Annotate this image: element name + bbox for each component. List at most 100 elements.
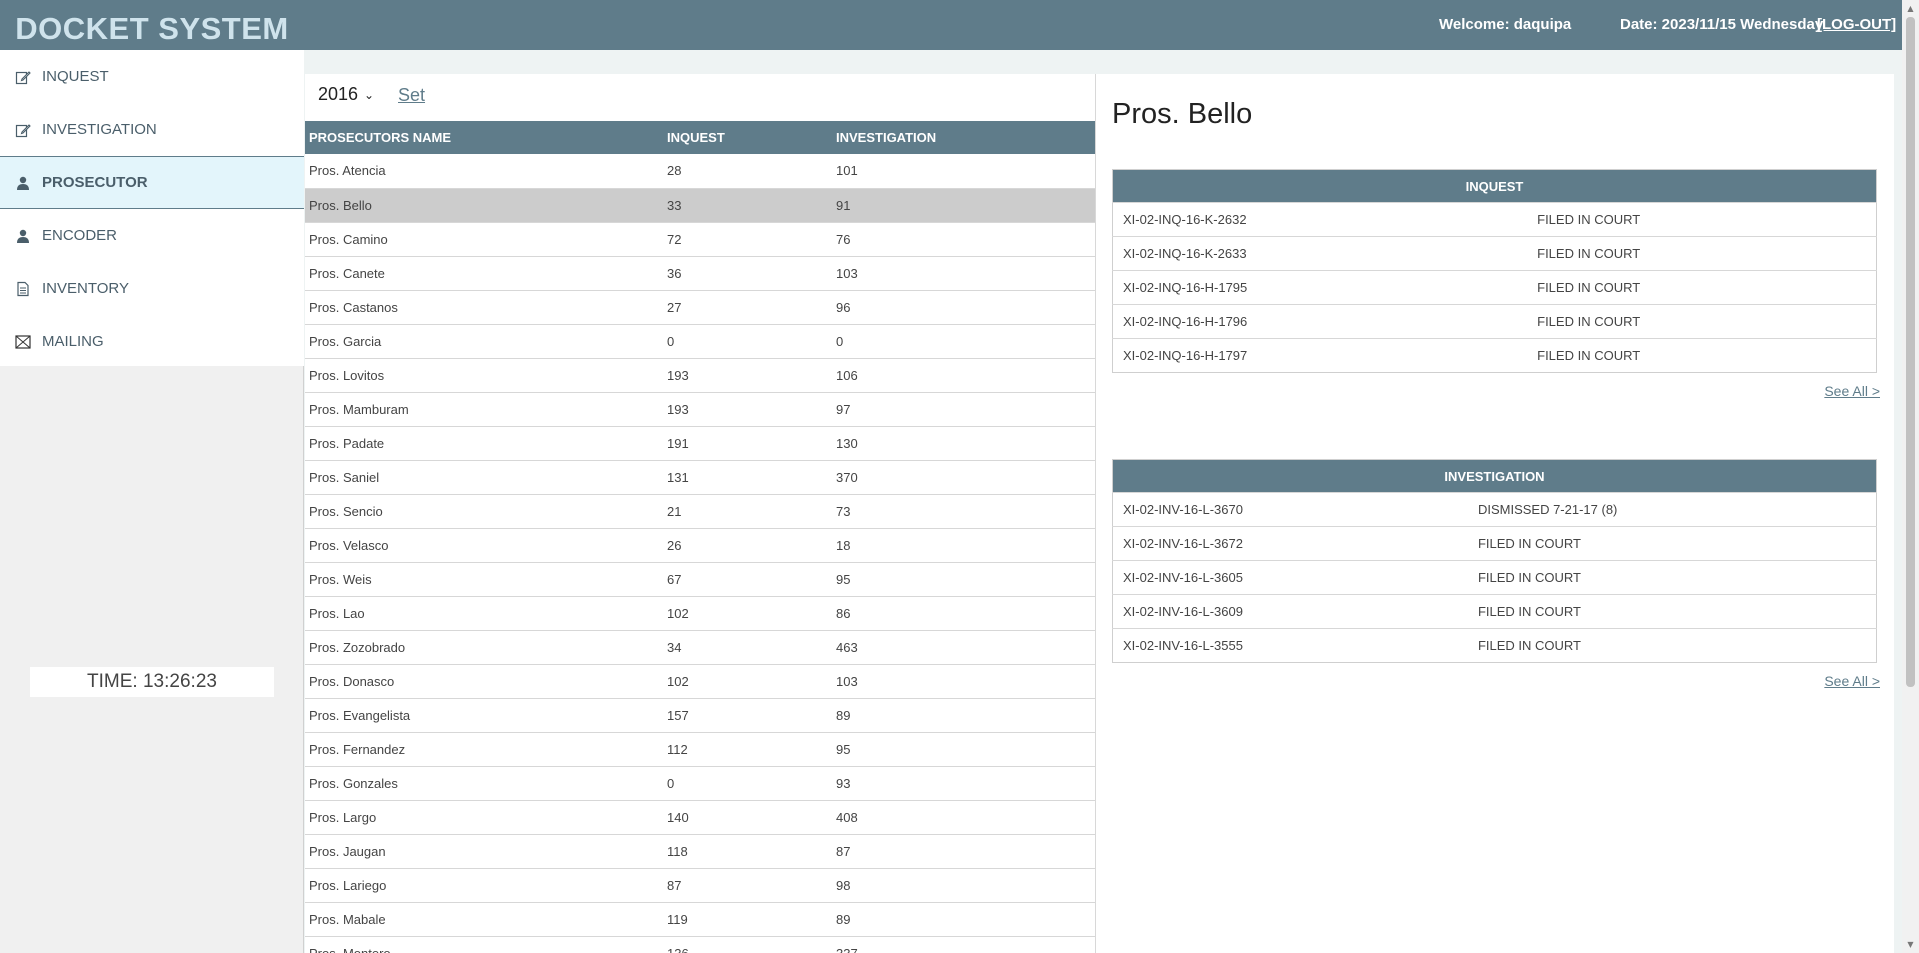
investigation-count-cell: 96 [832, 290, 1095, 325]
inquest-count-cell: 87 [663, 868, 832, 903]
table-row[interactable]: Pros. Velasco 26 18 [305, 528, 1095, 563]
scrollbar-thumb[interactable] [1906, 17, 1915, 687]
sidebar-item-inquest[interactable]: INQUEST [0, 50, 304, 103]
page-scrollbar[interactable]: ▲ ▼ [1902, 0, 1919, 953]
table-row[interactable]: Pros. Lovitos 193 106 [305, 358, 1095, 393]
inquest-count-cell: 33 [663, 188, 832, 223]
case-status-cell: DISMISSED 7-21-17 (8) [1467, 492, 1877, 527]
table-row[interactable]: Pros. Padate 191 130 [305, 426, 1095, 461]
table-row[interactable]: Pros. Gonzales 0 93 [305, 766, 1095, 801]
prosecutor-name-cell: Pros. Fernandez [305, 732, 663, 767]
prosecutor-name-cell: Pros. Zozobrado [305, 630, 663, 665]
investigation-see-all-link[interactable]: See All > [1824, 673, 1880, 689]
scroll-up-arrow-icon[interactable]: ▲ [1906, 4, 1915, 13]
detail-title: Pros. Bello [1112, 98, 1253, 130]
sidebar-item-investigation[interactable]: INVESTIGATION [0, 103, 304, 156]
case-number-cell: XI-02-INV-16-L-3670 [1112, 492, 1468, 527]
sidebar-item-mailing[interactable]: MAILING [0, 315, 304, 368]
prosecutor-name-cell: Pros. Weis [305, 562, 663, 597]
sidebar-item-label: INQUEST [42, 68, 109, 85]
case-status-cell: FILED IN COURT [1527, 270, 1877, 305]
prosecutor-name-cell: Pros. Bello [305, 188, 663, 223]
table-row[interactable]: Pros. Canete 36 103 [305, 256, 1095, 291]
table-row[interactable]: Pros. Lao 102 86 [305, 596, 1095, 631]
table-row[interactable]: Pros. Mabale 119 89 [305, 902, 1095, 937]
prosecutor-name-cell: Pros. Lariego [305, 868, 663, 903]
investigation-count-cell: 408 [832, 800, 1095, 835]
case-row[interactable]: XI-02-INQ-16-H-1797 FILED IN COURT [1112, 338, 1877, 373]
case-status-cell: FILED IN COURT [1467, 526, 1877, 561]
case-row[interactable]: XI-02-INQ-16-K-2632 FILED IN COURT [1112, 202, 1877, 237]
table-row[interactable]: Pros. Largo 140 408 [305, 800, 1095, 835]
table-row[interactable]: Pros. Saniel 131 370 [305, 460, 1095, 495]
case-row[interactable]: XI-02-INV-16-L-3670 DISMISSED 7-21-17 (8) [1112, 492, 1877, 527]
investigation-count-cell: 93 [832, 766, 1095, 801]
column-header-investigation: INVESTIGATION [836, 130, 937, 145]
table-row[interactable]: Pros. Atencia 28 101 [305, 154, 1095, 189]
column-header-name: PROSECUTORS NAME [309, 130, 452, 145]
sidebar-item-inventory[interactable]: INVENTORY [0, 262, 304, 315]
case-status-cell: FILED IN COURT [1527, 202, 1877, 237]
mail-icon [14, 333, 32, 351]
table-row[interactable]: Pros. Donasco 102 103 [305, 664, 1095, 699]
prosecutor-list-panel: 2016 ⌄ Set PROSECUTORS NAME INQUEST INVE… [305, 74, 1095, 953]
investigation-count-cell: 76 [832, 222, 1095, 257]
table-row[interactable]: Pros. Jaugan 118 87 [305, 834, 1095, 869]
table-row[interactable]: Pros. Montero 136 337 [305, 936, 1095, 953]
inquest-see-all-link[interactable]: See All > [1824, 383, 1880, 399]
prosecutor-name-cell: Pros. Canete [305, 256, 663, 291]
sidebar: DOCKET SYSTEM INQUEST INVESTIGATION PROS… [0, 0, 304, 953]
inquest-count-cell: 193 [663, 358, 832, 393]
sidebar-item-encoder[interactable]: ENCODER [0, 209, 304, 262]
case-status-cell: FILED IN COURT [1467, 594, 1877, 629]
sidebar-item-prosecutor[interactable]: PROSECUTOR [0, 156, 304, 209]
prosecutor-name-cell: Pros. Mamburam [305, 392, 663, 427]
table-row[interactable]: Pros. Sencio 21 73 [305, 494, 1095, 529]
investigation-count-cell: 89 [832, 698, 1095, 733]
inquest-count-cell: 72 [663, 222, 832, 257]
table-row[interactable]: Pros. Zozobrado 34 463 [305, 630, 1095, 665]
case-number-cell: XI-02-INQ-16-H-1796 [1112, 304, 1528, 339]
investigation-count-cell: 91 [832, 188, 1095, 223]
inquest-count-cell: 131 [663, 460, 832, 495]
case-number-cell: XI-02-INV-16-L-3672 [1112, 526, 1468, 561]
case-row[interactable]: XI-02-INV-16-L-3609 FILED IN COURT [1112, 594, 1877, 629]
sidebar-item-label: INVESTIGATION [42, 121, 157, 138]
case-row[interactable]: XI-02-INQ-16-H-1795 FILED IN COURT [1112, 270, 1877, 305]
sidebar-nav: INQUEST INVESTIGATION PROSECUTOR ENCODER… [0, 50, 304, 366]
year-select[interactable]: 2016 ⌄ [318, 84, 374, 105]
prosecutor-name-cell: Pros. Castanos [305, 290, 663, 325]
table-row[interactable]: Pros. Evangelista 157 89 [305, 698, 1095, 733]
inquest-count-cell: 191 [663, 426, 832, 461]
logout-link[interactable]: [LOG-OUT] [1817, 16, 1896, 33]
table-row[interactable]: Pros. Garcia 0 0 [305, 324, 1095, 359]
case-row[interactable]: XI-02-INV-16-L-3672 FILED IN COURT [1112, 526, 1877, 561]
case-row[interactable]: XI-02-INV-16-L-3555 FILED IN COURT [1112, 628, 1877, 663]
table-row[interactable]: Pros. Camino 72 76 [305, 222, 1095, 257]
case-row[interactable]: XI-02-INQ-16-K-2633 FILED IN COURT [1112, 236, 1877, 271]
scroll-down-arrow-icon[interactable]: ▼ [1906, 940, 1915, 949]
investigation-count-cell: 0 [832, 324, 1095, 359]
sidebar-item-label: PROSECUTOR [42, 174, 148, 191]
table-row[interactable]: Pros. Castanos 27 96 [305, 290, 1095, 325]
investigation-count-cell: 97 [832, 392, 1095, 427]
table-row[interactable]: Pros. Weis 67 95 [305, 562, 1095, 597]
case-row[interactable]: XI-02-INV-16-L-3605 FILED IN COURT [1112, 560, 1877, 595]
table-row[interactable]: Pros. Fernandez 112 95 [305, 732, 1095, 767]
prosecutor-name-cell: Pros. Donasco [305, 664, 663, 699]
table-row[interactable]: Pros. Bello 33 91 [305, 188, 1095, 223]
inquest-table: INQUEST XI-02-INQ-16-K-2632 FILED IN COUR… [1112, 169, 1877, 373]
table-row[interactable]: Pros. Mamburam 193 97 [305, 392, 1095, 427]
case-status-cell: FILED IN COURT [1527, 236, 1877, 271]
prosecutor-name-cell: Pros. Mabale [305, 902, 663, 937]
table-row[interactable]: Pros. Lariego 87 98 [305, 868, 1095, 903]
investigation-table: INVESTIGATION XI-02-INV-16-L-3670 DISMISS… [1112, 459, 1877, 663]
set-button[interactable]: Set [398, 85, 425, 106]
case-row[interactable]: XI-02-INQ-16-H-1796 FILED IN COURT [1112, 304, 1877, 339]
prosecutor-name-cell: Pros. Sencio [305, 494, 663, 529]
inquest-count-cell: 0 [663, 324, 832, 359]
investigation-count-cell: 103 [832, 256, 1095, 291]
prosecutor-name-cell: Pros. Velasco [305, 528, 663, 563]
prosecutor-name-cell: Pros. Largo [305, 800, 663, 835]
investigation-count-cell: 89 [832, 902, 1095, 937]
